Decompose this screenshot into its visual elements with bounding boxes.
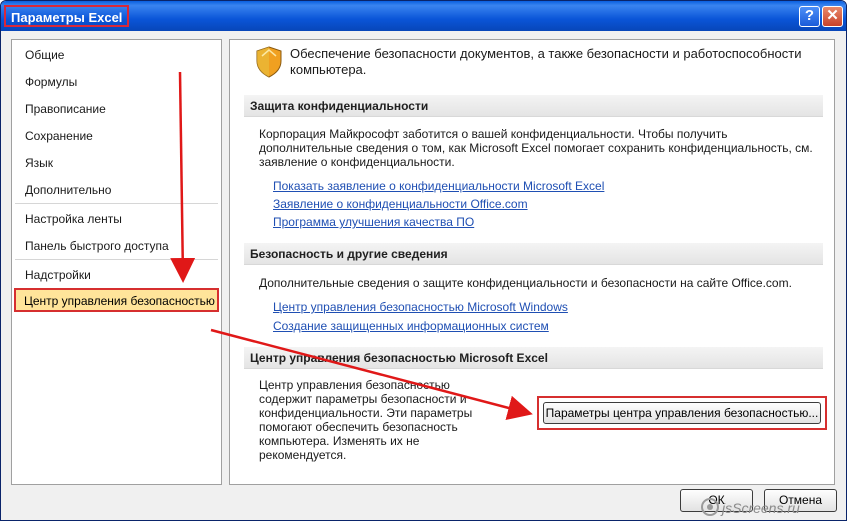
sidebar-item-save[interactable]: Сохранение [25,126,93,146]
link-trustworthy-computing[interactable]: Создание защищенных информационных систе… [273,319,549,333]
link-office-privacy-statement[interactable]: Заявление о конфиденциальности Office.co… [273,197,528,211]
section-heading-security: Безопасность и другие сведения [244,243,823,265]
trust-center-panel: Обеспечение безопасности документов, а т… [229,39,835,485]
help-button[interactable]: ? [799,6,820,27]
link-windows-security-center[interactable]: Центр управления безопасностью Microsoft… [273,300,568,314]
section-heading-privacy: Защита конфиденциальности [244,95,823,117]
title-bar: Параметры Excel ? ✕ [1,1,846,31]
watermark-text: jsScreens.ru [720,500,800,516]
sidebar-item-general[interactable]: Общие [25,45,64,65]
close-button[interactable]: ✕ [822,6,843,27]
sidebar-item-formulas[interactable]: Формулы [25,72,77,92]
sidebar-item-quick-access-toolbar[interactable]: Панель быстрого доступа [25,236,169,256]
trust-center-button-highlight: Параметры центра управления безопасность… [537,396,827,430]
security-text: Дополнительные сведения о защите конфиде… [259,276,792,290]
shield-icon [256,46,282,78]
window-title: Параметры Excel [4,5,130,27]
sidebar-item-language[interactable]: Язык [25,153,53,173]
watermark-logo: jsScreens.ru [701,498,800,516]
sidebar-divider [15,259,218,260]
sidebar-item-trust-center[interactable]: Центр управления безопасностью [14,288,219,312]
excel-options-dialog: Параметры Excel ? ✕ Общие Формулы Правоп… [0,0,847,521]
sidebar-item-advanced[interactable]: Дополнительно [25,180,111,200]
trust-center-settings-button[interactable]: Параметры центра управления безопасность… [543,402,821,424]
panel-intro: Обеспечение безопасности документов, а т… [290,46,802,77]
sidebar-item-customize-ribbon[interactable]: Настройка ленты [25,209,122,229]
sidebar-item-add-ins[interactable]: Надстройки [25,265,91,285]
privacy-text: Корпорация Майкрософт заботится о вашей … [259,127,813,169]
section-heading-trust-center: Центр управления безопасностью Microsoft… [244,347,823,369]
link-ceip[interactable]: Программа улучшения качества ПО [273,215,474,229]
sidebar-item-proofing[interactable]: Правописание [25,99,106,119]
sidebar-divider [15,203,218,204]
trust-center-text: Центр управления безопасностью содержит … [259,378,473,462]
link-excel-privacy-statement[interactable]: Показать заявление о конфиденциальности … [273,179,604,193]
options-sidebar: Общие Формулы Правописание Сохранение Яз… [11,39,222,485]
sidebar-item-label: Центр управления безопасностью [24,294,215,308]
